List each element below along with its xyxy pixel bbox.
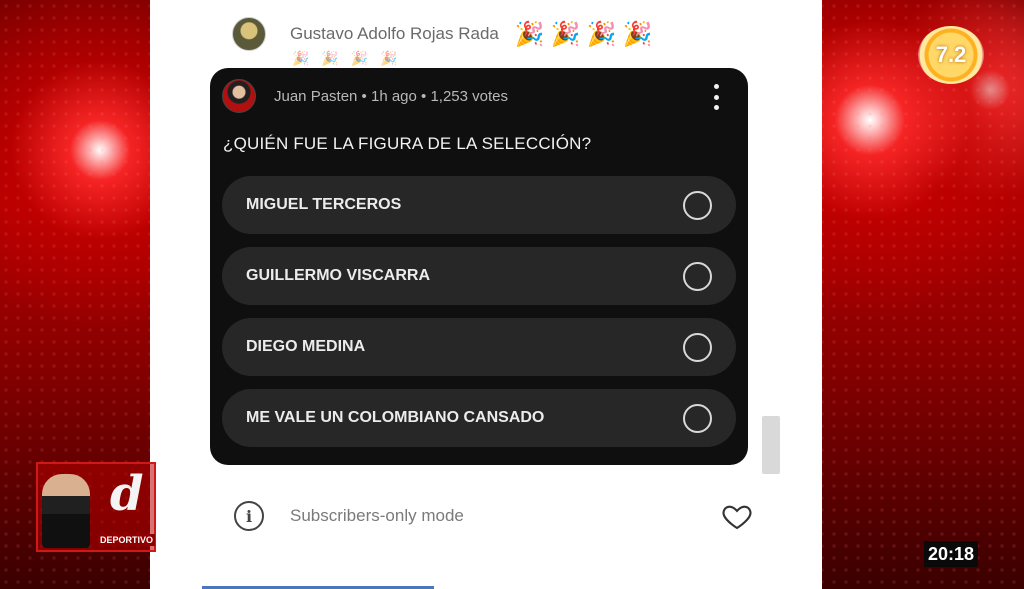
poll-question: ¿QUIÉN FUE LA FIGURA DE LA SELECCIÓN? — [223, 134, 592, 153]
poll-option-label: GUILLERMO VISCARRA — [246, 267, 430, 284]
radio-icon[interactable] — [683, 190, 712, 220]
chat-footer: i Subscribers-only mode — [234, 498, 754, 534]
poll-card: Juan Pasten • 1h ago • 1,253 votes ¿QUIÉ… — [210, 68, 748, 465]
poll-meta: Juan Pasten • 1h ago • 1,253 votes — [274, 87, 509, 105]
poll-option-1[interactable]: MIGUEL TERCEROS — [222, 176, 736, 234]
channel-logo: 7.2 — [918, 26, 984, 84]
radio-icon[interactable] — [683, 261, 712, 291]
broadcast-clock: 20:18 — [924, 541, 978, 567]
subscribers-mode-text: Subscribers-only mode — [290, 506, 464, 525]
poll-header: Juan Pasten • 1h ago • 1,253 votes — [222, 79, 509, 113]
poll-option-3[interactable]: DIEGO MEDINA — [222, 318, 736, 376]
info-icon[interactable]: i — [234, 501, 264, 531]
program-logo: d DEPORTIVO — [36, 462, 156, 552]
poll-option-2[interactable]: GUILLERMO VISCARRA — [222, 247, 736, 305]
poll-option-label: DIEGO MEDINA — [246, 338, 366, 355]
scrollbar-thumb[interactable] — [762, 416, 780, 474]
radio-icon[interactable] — [683, 332, 712, 362]
more-options-icon[interactable] — [712, 84, 720, 110]
chat-avatar — [232, 17, 266, 51]
host-photo — [42, 474, 90, 548]
radio-icon[interactable] — [683, 403, 712, 433]
chat-message: Gustavo Adolfo Rojas Rada 🎉🎉🎉🎉 — [232, 14, 658, 54]
poll-author-avatar[interactable] — [222, 79, 256, 113]
party-emojis-row2: 🎉🎉🎉🎉 — [292, 50, 410, 66]
program-logo-letter: d — [110, 466, 144, 522]
poll-option-label: ME VALE UN COLOMBIANO CANSADO — [246, 409, 545, 426]
poll-option-label: MIGUEL TERCEROS — [246, 196, 402, 213]
poll-option-4[interactable]: ME VALE UN COLOMBIANO CANSADO — [222, 389, 736, 447]
heart-icon[interactable] — [720, 500, 754, 532]
program-logo-word: DEPORTIVO — [98, 534, 156, 546]
party-emojis: 🎉🎉🎉🎉 — [514, 20, 659, 48]
phone-screen: Gustavo Adolfo Rojas Rada 🎉🎉🎉🎉 🎉🎉🎉🎉 Juan… — [150, 0, 822, 589]
chat-author-name: Gustavo Adolfo Rojas Rada — [290, 24, 499, 43]
